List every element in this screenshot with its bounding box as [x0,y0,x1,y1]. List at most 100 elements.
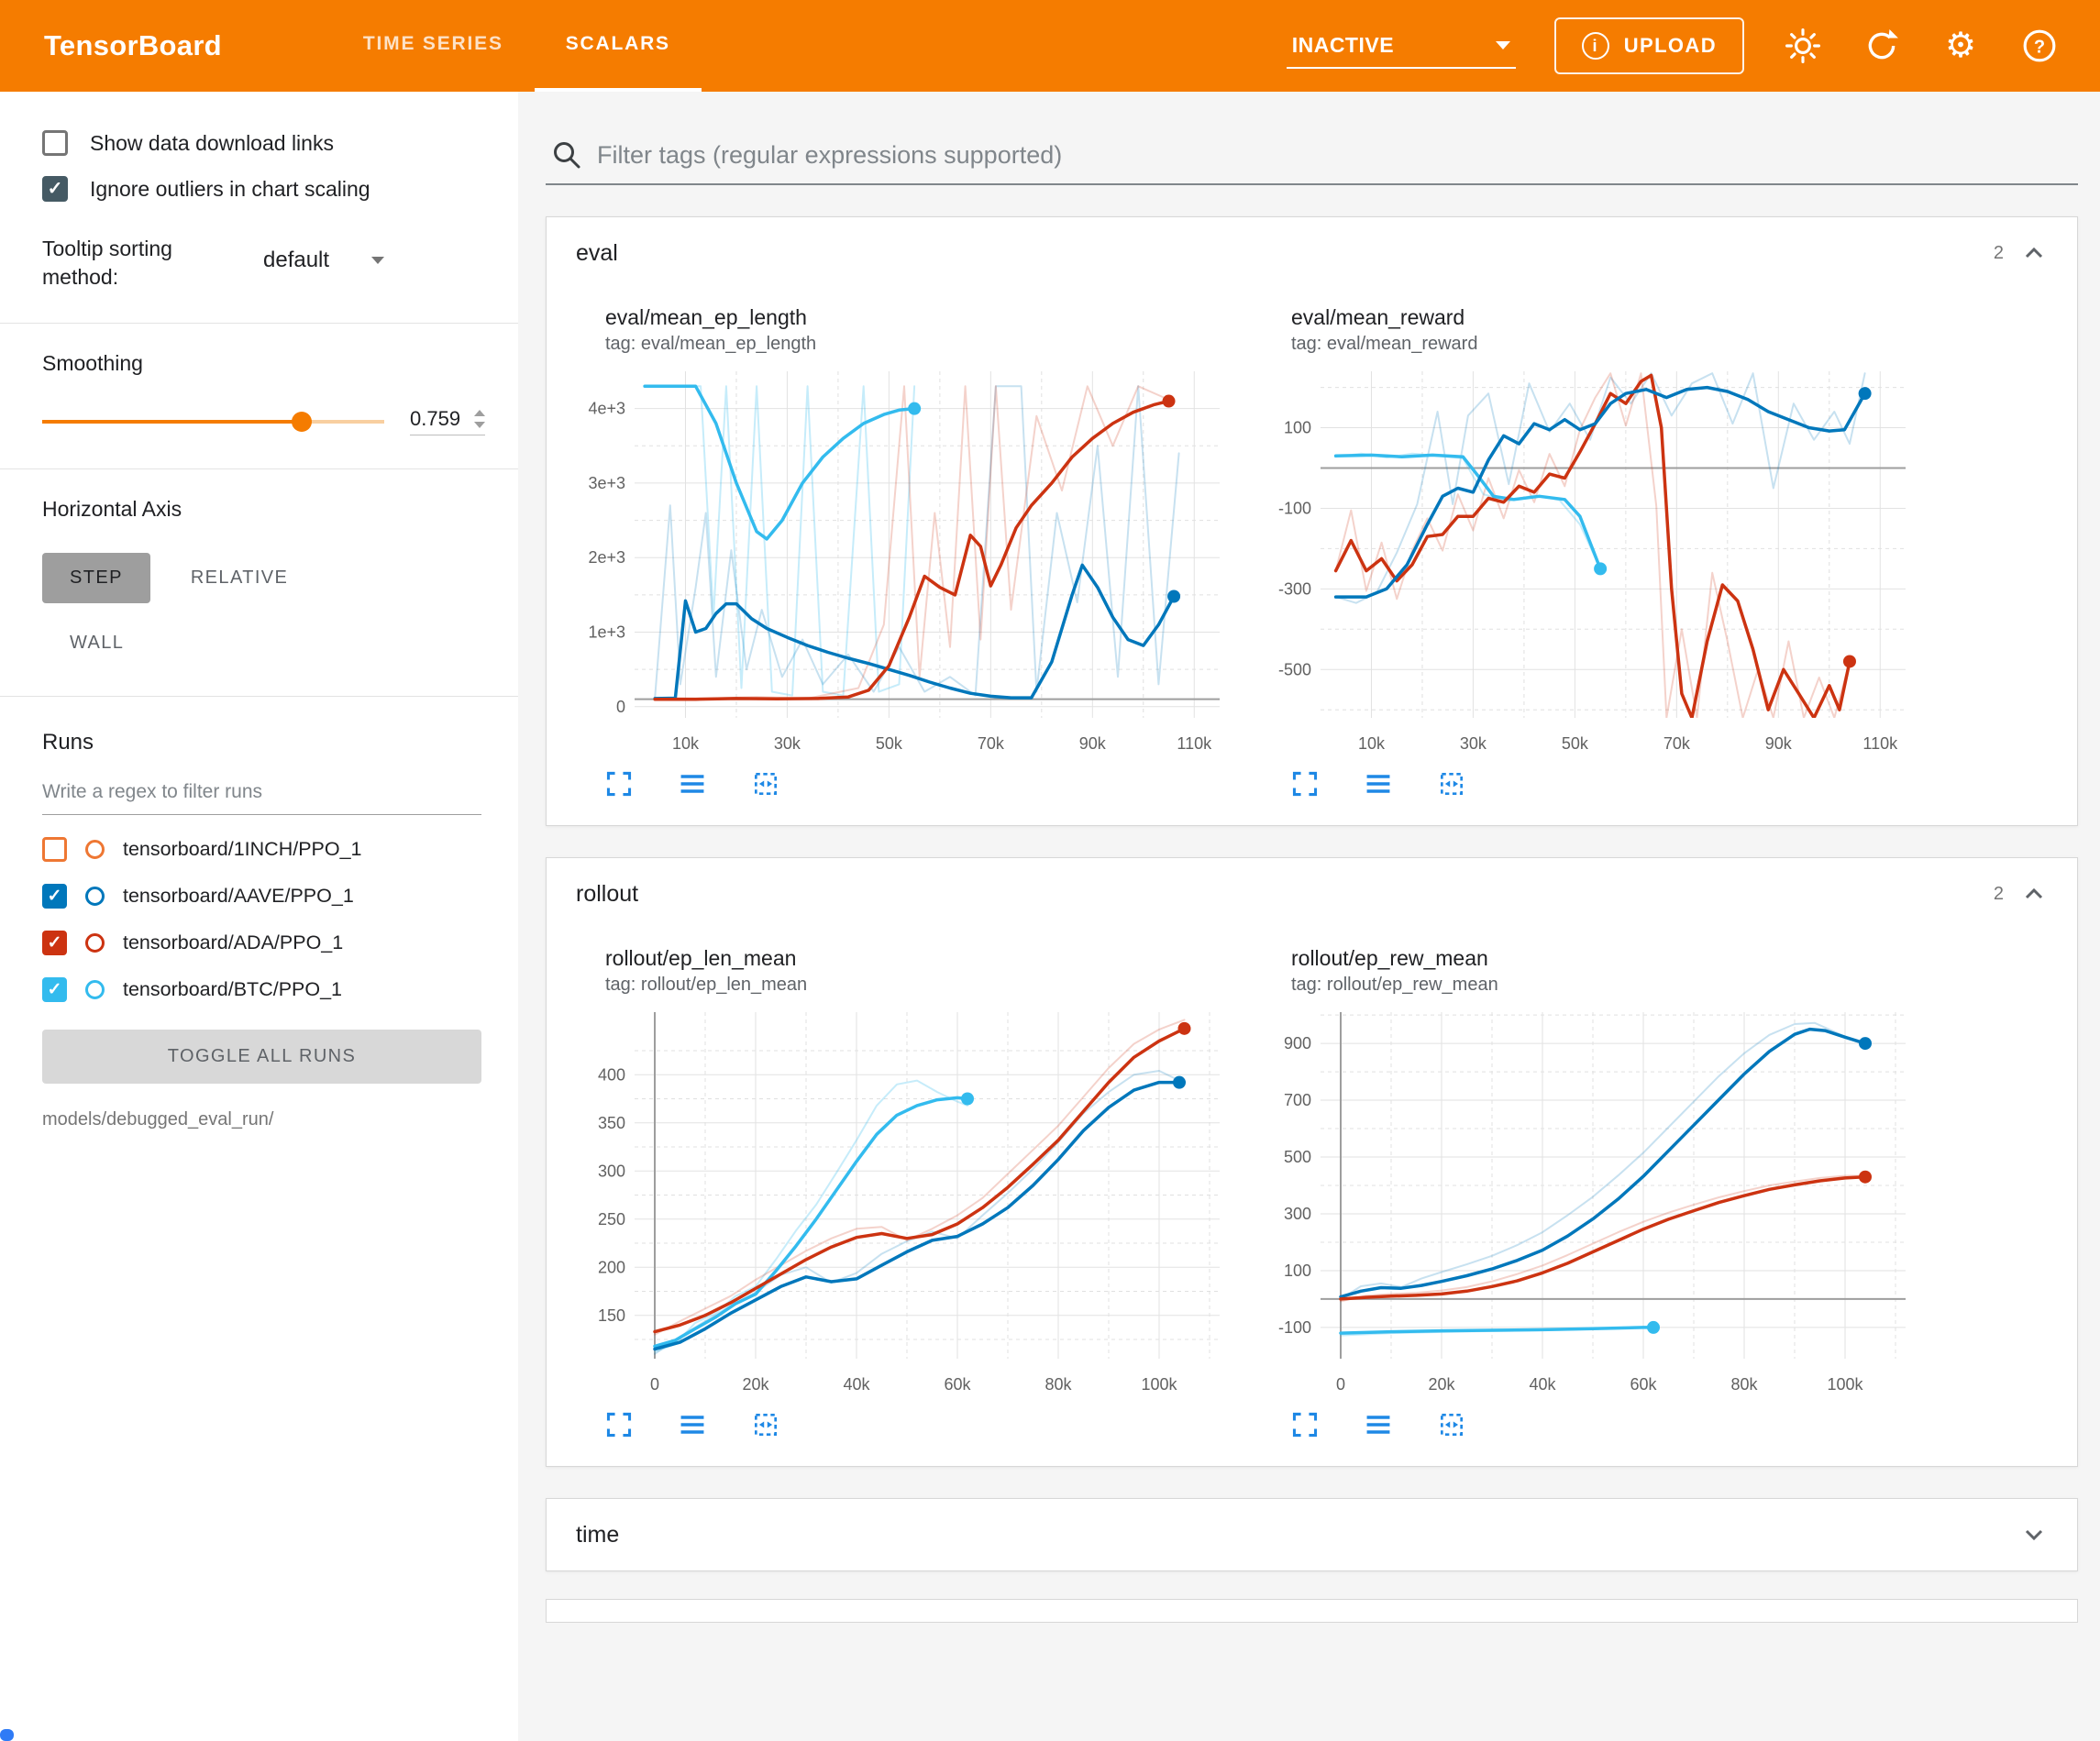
svg-text:70k: 70k [978,734,1005,753]
tab-time-series[interactable]: TIME SERIES [332,0,535,92]
ignore-outliers-row[interactable]: ✓ Ignore outliers in chart scaling [42,176,481,202]
brightness-toggle-button[interactable] [1783,26,1823,66]
svg-text:350: 350 [598,1114,625,1132]
status-dropdown[interactable]: INACTIVE [1287,24,1516,69]
run-checkbox-ada[interactable]: ✓ [42,931,67,955]
ignore-outliers-checkbox[interactable]: ✓ [42,176,68,202]
rollout-ep-rew-mean-chart[interactable]: 020k40k60k80k100k-100100300500700900 [1260,999,1920,1407]
tab-scalars[interactable]: SCALARS [535,0,702,92]
svg-text:40k: 40k [1529,1375,1556,1394]
stepper-down-icon[interactable] [474,422,485,428]
svg-text:2e+3: 2e+3 [588,548,625,567]
data-table-icon [1364,769,1393,799]
fit-domain-icon [1437,1410,1466,1439]
section-chart-count: 2 [1994,884,2004,905]
search-icon [551,139,582,171]
upload-label: UPLOAD [1624,34,1717,58]
tooltip-sorting-select[interactable]: default [261,235,386,279]
chevron-up-icon[interactable] [2020,239,2048,267]
section-card-rollout: rollout 2 rollout/ep_len_mean tag: rollo… [546,857,2078,1467]
smoothing-value-input[interactable] [410,407,474,431]
smoothing-slider-fill [42,420,302,424]
check-icon: ✓ [48,934,62,952]
runs-filter-input[interactable] [42,781,481,803]
svg-text:500: 500 [1284,1148,1311,1166]
chart-tag: tag: rollout/ep_len_mean [605,975,1234,996]
main-tabs: TIME SERIES SCALARS [332,0,702,92]
divider [0,696,518,697]
svg-text:900: 900 [1284,1034,1311,1052]
check-icon: ✓ [48,887,62,905]
svg-text:250: 250 [598,1210,625,1229]
eval-mean-reward-chart[interactable]: 10k30k50k70k90k110k100-100-300-500 [1260,358,1920,766]
fit-domain-button[interactable] [748,1407,783,1442]
show-download-links-row[interactable]: ✓ Show data download links [42,130,481,156]
view-data-button[interactable] [1361,1407,1396,1442]
svg-text:-500: -500 [1278,660,1311,678]
upload-button[interactable]: i UPLOAD [1554,17,1744,74]
chart-tag: tag: eval/mean_reward [1291,334,1920,355]
eval-mean-ep-length-chart[interactable]: 10k30k50k70k90k110k01e+32e+33e+34e+3 [574,358,1234,766]
toggle-all-runs-button[interactable]: TOGGLE ALL RUNS [42,1030,481,1084]
refresh-button[interactable] [1862,26,1902,66]
settings-sidebar: ✓ Show data download links ✓ Ignore outl… [0,92,518,1741]
section-header-eval[interactable]: eval 2 [547,217,2077,289]
rollout-ep-len-mean-chart[interactable]: 020k40k60k80k100k150200250300350400 [574,999,1234,1407]
show-download-links-checkbox[interactable]: ✓ [42,130,68,156]
chart-tag: tag: rollout/ep_rew_mean [1291,975,1920,996]
expand-chart-button[interactable] [602,1407,636,1442]
expand-chart-button[interactable] [1288,766,1322,801]
status-label: INACTIVE [1292,33,1394,58]
run-color-swatch[interactable] [85,887,105,906]
app-title: TensorBoard [44,29,222,62]
run-color-swatch[interactable] [85,933,105,953]
run-checkbox-1inch[interactable]: ✓ [42,837,67,862]
axis-relative-button[interactable]: RELATIVE [163,553,315,603]
run-color-swatch[interactable] [85,840,105,859]
fit-domain-button[interactable] [1434,766,1469,801]
expand-chart-button[interactable] [1288,1407,1322,1442]
scrollbar-thumb[interactable] [0,1729,14,1741]
view-data-button[interactable] [675,766,710,801]
fit-domain-button[interactable] [1434,1407,1469,1442]
fit-domain-button[interactable] [748,766,783,801]
view-data-button[interactable] [1361,766,1396,801]
horizontal-axis-label: Horizontal Axis [42,497,518,522]
svg-text:0: 0 [616,698,625,716]
smoothing-label: Smoothing [42,351,518,376]
expand-chart-button[interactable] [602,766,636,801]
settings-button[interactable]: ⚙ [1940,26,1981,66]
info-icon: i [1582,32,1609,60]
chevron-down-icon[interactable] [2020,1521,2048,1548]
help-button[interactable]: ? [2019,26,2060,66]
svg-text:40k: 40k [843,1375,870,1394]
run-color-swatch[interactable] [85,980,105,999]
scalars-dashboard: eval 2 eval/mean_ep_length tag: eval/mea… [518,92,2100,1741]
svg-text:30k: 30k [1460,734,1487,753]
svg-text:4e+3: 4e+3 [588,400,625,418]
svg-text:700: 700 [1284,1091,1311,1109]
stepper-up-icon[interactable] [474,410,485,416]
expand-icon [604,1410,634,1439]
axis-step-button[interactable]: STEP [42,553,150,603]
section-chart-count: 2 [1994,243,2004,264]
smoothing-slider[interactable] [42,420,384,424]
chevron-up-icon[interactable] [2020,880,2048,908]
svg-text:0: 0 [650,1375,659,1394]
expand-icon [1290,769,1320,799]
run-checkbox-btc[interactable]: ✓ [42,977,67,1002]
svg-text:30k: 30k [774,734,801,753]
smoothing-stepper[interactable] [474,410,485,428]
section-header-rollout[interactable]: rollout 2 [547,858,2077,930]
run-checkbox-aave[interactable]: ✓ [42,884,67,909]
smoothing-value-box [410,407,485,435]
svg-text:3e+3: 3e+3 [588,474,625,492]
view-data-button[interactable] [675,1407,710,1442]
section-header-time[interactable]: time [547,1499,2077,1570]
run-row: ✓ tensorboard/ADA/PPO_1 [42,931,491,955]
chart-block-rollout-ep-len-mean: rollout/ep_len_mean tag: rollout/ep_len_… [574,933,1234,1442]
brightness-icon [1785,28,1820,63]
smoothing-slider-thumb[interactable] [292,412,312,432]
axis-wall-button[interactable]: WALL [42,618,151,668]
tag-filter-input[interactable] [597,141,2072,170]
